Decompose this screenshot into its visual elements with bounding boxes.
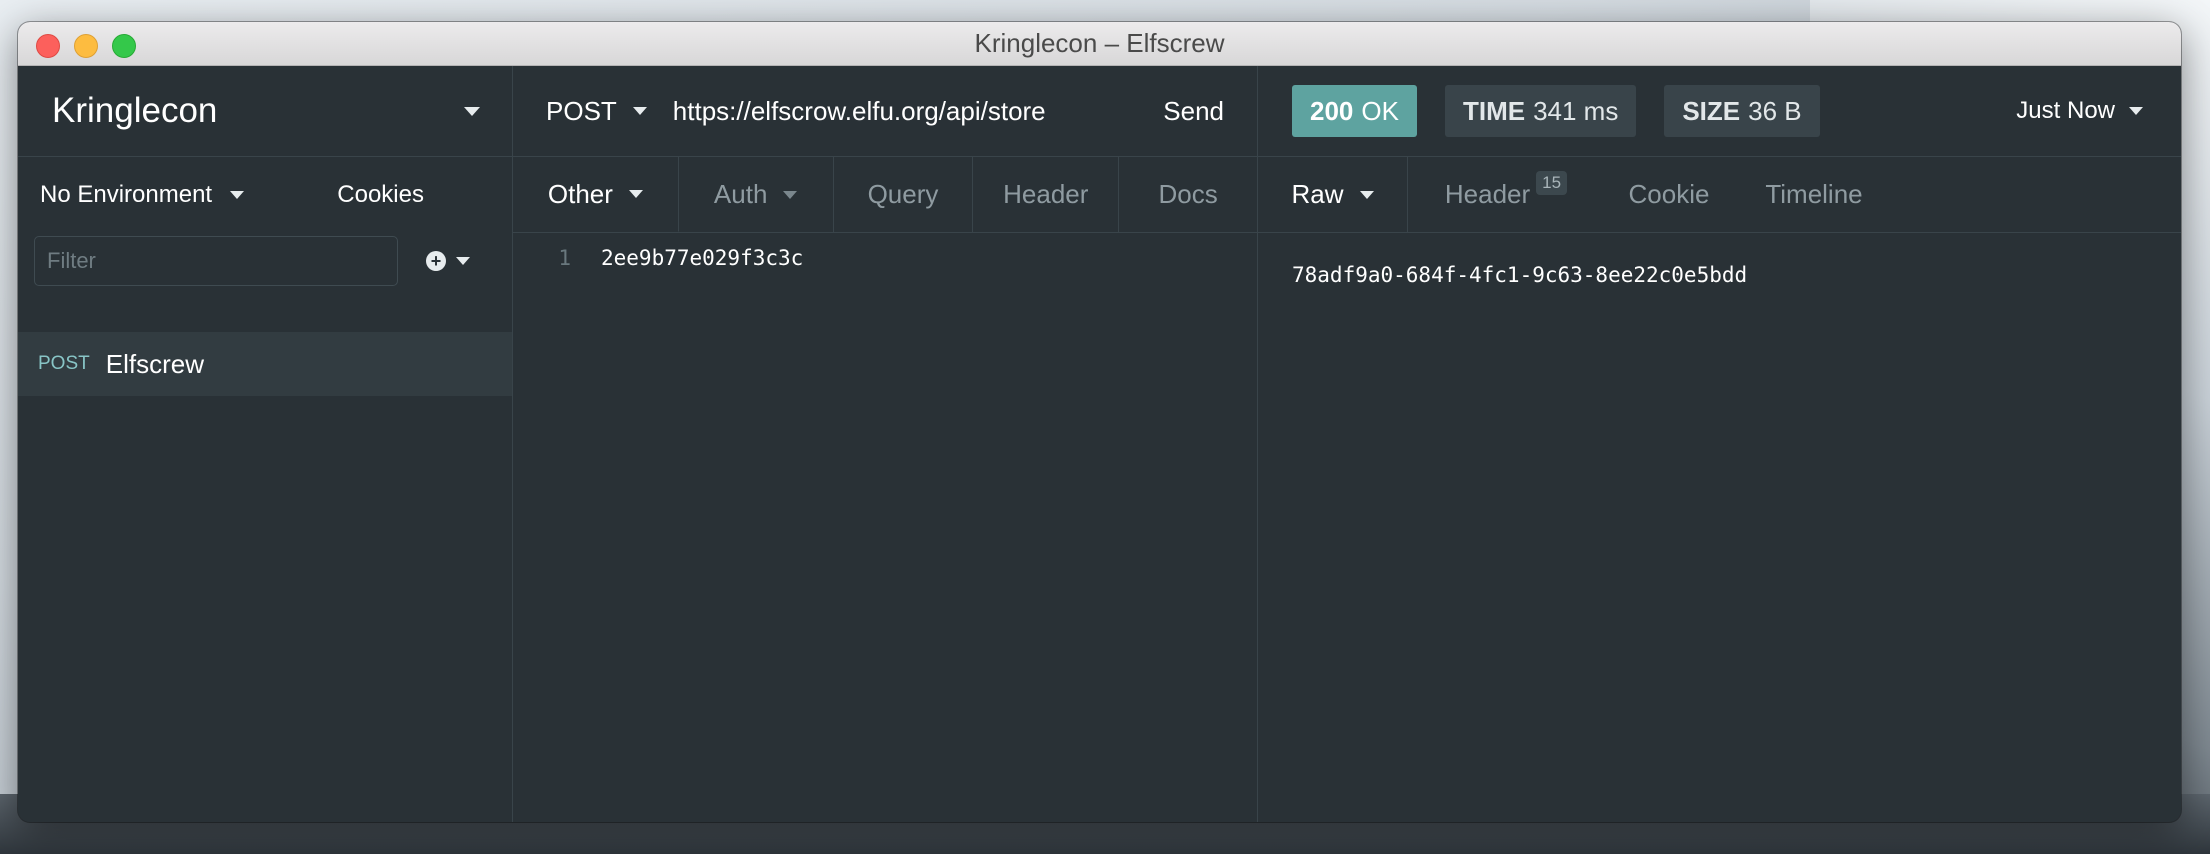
size-label: SIZE (1682, 95, 1741, 126)
environment-label: No Environment (40, 181, 213, 208)
sidebar: Kringlecon No Environment Cookies + POST… (18, 66, 513, 822)
add-item-button[interactable]: + (426, 251, 470, 271)
maximize-window-button[interactable] (112, 34, 136, 58)
request-tabs: Other Auth Query Header Docs (513, 157, 1257, 233)
tab-label: Query (867, 179, 939, 209)
history-label: Just Now (2016, 97, 2115, 124)
url-input[interactable]: https://elfscrow.elfu.org/api/store (673, 96, 1163, 127)
tab-query[interactable]: Query (834, 157, 974, 232)
chevron-down-icon (628, 190, 643, 198)
tab-label: Header (1003, 179, 1089, 209)
chevron-down-icon (1359, 190, 1374, 199)
workspace-dropdown[interactable]: Kringlecon (18, 66, 512, 157)
tab-label: Raw (1291, 179, 1344, 209)
chevron-down-icon (464, 106, 480, 116)
request-name: Elfscrew (105, 348, 204, 379)
request-body-editor[interactable]: 1 2ee9b77e029f3c3c (513, 233, 1257, 273)
method-label: POST (546, 95, 617, 126)
tab-label: Header (1444, 179, 1531, 209)
chevron-down-icon (456, 257, 470, 265)
minimize-window-button[interactable] (74, 34, 98, 58)
chevron-down-icon (2129, 107, 2143, 115)
window-title: Kringlecon – Elfscrew (974, 28, 1225, 58)
title-bar: Kringlecon – Elfscrew (18, 22, 2181, 66)
tab-auth[interactable]: Auth (679, 157, 834, 232)
close-window-button[interactable] (36, 34, 60, 58)
size-value: 36 B (1748, 95, 1802, 126)
filter-input[interactable] (34, 236, 398, 286)
chevron-down-icon (230, 191, 245, 199)
header-count-badge: 15 (1536, 170, 1568, 195)
method-dropdown[interactable]: POST (546, 96, 647, 127)
sidebar-request-item[interactable]: POST Elfscrew (18, 332, 512, 396)
cookies-button[interactable]: Cookies (337, 181, 424, 209)
window-controls (36, 34, 136, 58)
tab-label: Docs (1158, 179, 1218, 209)
response-body: 78adf9a0-684f-4fc1-9c63-8ee22c0e5bdd (1292, 263, 1748, 287)
tab-raw[interactable]: Raw (1258, 157, 1408, 232)
status-code: 200 (1310, 95, 1354, 126)
request-pane: POST https://elfscrow.elfu.org/api/store… (513, 66, 1258, 822)
plus-circle-icon: + (426, 251, 446, 271)
status-badge: 200 OK (1292, 85, 1417, 137)
line-number: 1 (558, 246, 571, 270)
code-line: 1 2ee9b77e029f3c3c (513, 243, 1257, 273)
tab-cookie[interactable]: Cookie (1604, 157, 1734, 232)
url-bar: POST https://elfscrow.elfu.org/api/store… (513, 66, 1257, 157)
tab-label: Other (547, 178, 613, 209)
tab-label: Timeline (1765, 179, 1863, 209)
environment-dropdown[interactable]: No Environment (40, 181, 245, 209)
response-pane: 200 OK TIME 341 ms SIZE 36 B Just Now Ra… (1258, 66, 2181, 822)
tab-label: Auth (713, 179, 768, 209)
tab-body-type[interactable]: Other (513, 157, 679, 232)
chevron-down-icon (783, 190, 798, 199)
size-badge: SIZE 36 B (1664, 85, 1820, 137)
send-button[interactable]: Send (1163, 96, 1224, 127)
time-value: 341 ms (1533, 95, 1619, 126)
code-text: 2ee9b77e029f3c3c (601, 246, 804, 270)
tab-header[interactable]: Header (973, 157, 1120, 232)
request-method-tag: POST (38, 353, 90, 374)
tab-docs[interactable]: Docs (1119, 157, 1257, 232)
environment-row: No Environment Cookies (18, 157, 512, 233)
tab-timeline[interactable]: Timeline (1734, 157, 1894, 232)
chevron-down-icon (632, 107, 647, 115)
app-window: Kringlecon – Elfscrew Kringlecon No Envi… (18, 22, 2181, 822)
tab-label: Cookie (1628, 179, 1710, 209)
time-badge: TIME 341 ms (1444, 85, 1637, 137)
time-label: TIME (1462, 95, 1526, 126)
filter-row: + (18, 233, 512, 289)
workspace-name: Kringlecon (52, 91, 218, 130)
response-status-bar: 200 OK TIME 341 ms SIZE 36 B Just Now (1258, 66, 2181, 157)
tab-response-header[interactable]: Header 15 (1408, 157, 1604, 232)
response-tabs: Raw Header 15 Cookie Timeline (1258, 157, 2181, 233)
status-text: OK (1361, 95, 1399, 126)
response-history-dropdown[interactable]: Just Now (2016, 97, 2143, 125)
